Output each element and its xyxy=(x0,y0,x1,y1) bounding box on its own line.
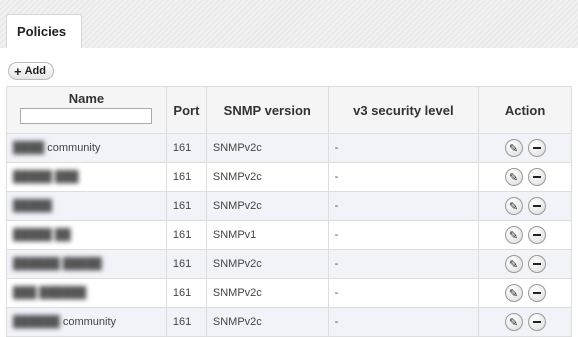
port-cell: 161 xyxy=(165,162,207,192)
pencil-icon: ✎ xyxy=(508,229,519,242)
action-cell: ✎ xyxy=(478,220,572,250)
remove-button[interactable] xyxy=(527,168,546,186)
minus-icon xyxy=(532,205,541,207)
remove-button[interactable] xyxy=(527,139,546,157)
minus-icon xyxy=(532,176,541,178)
v3-security-level-cell: - xyxy=(327,307,480,337)
redacted-name: ███ ██████ xyxy=(13,287,87,299)
edit-button[interactable]: ✎ xyxy=(504,168,523,186)
table-row: █████ ███ 161 SNMPv2c - ✎ xyxy=(6,162,572,192)
name-filter-input[interactable] xyxy=(20,108,153,124)
column-header-port: Port xyxy=(165,86,207,134)
pencil-icon: ✎ xyxy=(508,287,519,300)
action-cell: ✎ xyxy=(478,191,572,221)
remove-button[interactable] xyxy=(527,284,546,302)
table-body: ████ community 161 SNMPv2c - ✎ █████ ███… xyxy=(6,133,572,337)
pencil-icon: ✎ xyxy=(508,200,519,213)
edit-button[interactable]: ✎ xyxy=(504,139,523,157)
column-header-name-label: Name xyxy=(68,91,105,106)
port-cell: 161 xyxy=(165,191,207,221)
plus-icon: + xyxy=(14,63,22,79)
pencil-icon: ✎ xyxy=(508,142,519,155)
redacted-name: █████ xyxy=(13,200,52,212)
table-row: ███ ██████ 161 SNMPv2c - ✎ xyxy=(6,278,572,308)
snmp-version-cell: SNMPv2c xyxy=(205,278,329,308)
redacted-name: ██████ █████ xyxy=(13,258,102,270)
edit-button[interactable]: ✎ xyxy=(504,197,523,215)
name-cell: ██████ community xyxy=(6,307,167,337)
v3-security-level-cell: - xyxy=(327,220,480,250)
table-row: ██████ community 161 SNMPv2c - ✎ xyxy=(6,307,572,337)
column-header-name: Name xyxy=(6,86,167,134)
minus-icon xyxy=(532,263,541,265)
minus-icon xyxy=(532,147,541,149)
v3-security-level-cell: - xyxy=(327,133,480,163)
add-button-label: Add xyxy=(24,65,46,77)
toolbar: + Add xyxy=(0,48,578,86)
table-row: ████ community 161 SNMPv2c - ✎ xyxy=(6,133,572,163)
pencil-icon: ✎ xyxy=(508,171,519,184)
column-header-v3-security-level: v3 security level xyxy=(327,86,480,134)
edit-button[interactable]: ✎ xyxy=(504,255,523,273)
minus-icon xyxy=(532,234,541,236)
action-cell: ✎ xyxy=(478,249,572,279)
action-cell: ✎ xyxy=(478,162,572,192)
name-cell: ██████ █████ xyxy=(6,249,167,279)
table-row: █████ 161 SNMPv2c - ✎ xyxy=(6,191,572,221)
action-cell: ✎ xyxy=(478,307,572,337)
snmp-version-cell: SNMPv2c xyxy=(205,162,329,192)
name-cell: ███ ██████ xyxy=(6,278,167,308)
remove-button[interactable] xyxy=(527,197,546,215)
name-cell: ████ community xyxy=(6,133,167,163)
name-cell: █████ ██ xyxy=(6,220,167,250)
port-cell: 161 xyxy=(165,249,207,279)
table-row: ██████ █████ 161 SNMPv2c - ✎ xyxy=(6,249,572,279)
edit-button[interactable]: ✎ xyxy=(504,226,523,244)
action-cell: ✎ xyxy=(478,133,572,163)
policies-table: Name Port SNMP version v3 security level… xyxy=(6,86,572,337)
v3-security-level-cell: - xyxy=(327,278,480,308)
column-header-snmp-version: SNMP version xyxy=(205,86,329,134)
snmp-version-cell: SNMPv1 xyxy=(205,220,329,250)
snmp-version-cell: SNMPv2c xyxy=(205,133,329,163)
name-cell: █████ xyxy=(6,191,167,221)
redacted-name: █████ ██ xyxy=(13,229,71,241)
add-button[interactable]: + Add xyxy=(8,62,54,80)
redacted-name: ██████ xyxy=(13,316,60,328)
pencil-icon: ✎ xyxy=(508,316,519,329)
redacted-name: ████ xyxy=(13,142,45,154)
name-text: community xyxy=(62,316,117,328)
column-header-action: Action xyxy=(478,86,572,134)
minus-icon xyxy=(532,292,541,294)
edit-button[interactable]: ✎ xyxy=(504,284,523,302)
port-cell: 161 xyxy=(165,133,207,163)
snmp-version-cell: SNMPv2c xyxy=(205,249,329,279)
remove-button[interactable] xyxy=(527,226,546,244)
v3-security-level-cell: - xyxy=(327,191,480,221)
pencil-icon: ✎ xyxy=(508,258,519,271)
snmp-version-cell: SNMPv2c xyxy=(205,191,329,221)
tab-bar: Policies xyxy=(0,0,578,49)
port-cell: 161 xyxy=(165,307,207,337)
name-text: community xyxy=(47,142,101,154)
remove-button[interactable] xyxy=(527,313,546,331)
table-row: █████ ██ 161 SNMPv1 - ✎ xyxy=(6,220,572,250)
redacted-name: █████ ███ xyxy=(13,171,79,183)
name-cell: █████ ███ xyxy=(6,162,167,192)
port-cell: 161 xyxy=(165,220,207,250)
minus-icon xyxy=(532,321,541,323)
v3-security-level-cell: - xyxy=(327,162,480,192)
v3-security-level-cell: - xyxy=(327,249,480,279)
snmp-version-cell: SNMPv2c xyxy=(205,307,329,337)
edit-button[interactable]: ✎ xyxy=(504,313,523,331)
port-cell: 161 xyxy=(165,278,207,308)
action-cell: ✎ xyxy=(478,278,572,308)
remove-button[interactable] xyxy=(527,255,546,273)
table-header-row: Name Port SNMP version v3 security level… xyxy=(6,86,572,134)
tab-policies[interactable]: Policies xyxy=(6,14,82,48)
